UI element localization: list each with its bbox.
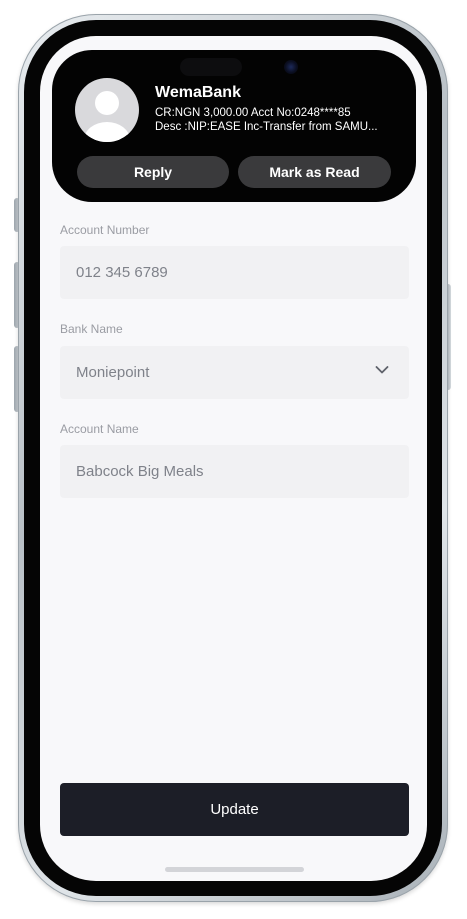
account-name-field[interactable]: Babcock Big Meals bbox=[60, 445, 409, 498]
notification-line-1: CR:NGN 3,000.00 Acct No:0248****85 bbox=[155, 107, 351, 119]
avatar-body bbox=[84, 122, 130, 142]
account-name-label: Account Name bbox=[60, 422, 139, 436]
account-number-value: 012 345 6789 bbox=[76, 264, 168, 281]
update-button[interactable]: Update bbox=[60, 783, 409, 836]
notification-sender: WemaBank bbox=[155, 84, 241, 101]
dynamic-island-sensor bbox=[180, 58, 242, 76]
reply-button[interactable]: Reply bbox=[77, 156, 229, 188]
account-name-value: Babcock Big Meals bbox=[76, 463, 204, 480]
notification-line-2: Desc :NIP:EASE Inc-Transfer from SAMU... bbox=[155, 121, 378, 133]
phone-mockup: WemaBank CR:NGN 3,000.00 Acct No:0248***… bbox=[0, 0, 467, 919]
bank-name-select[interactable]: Moniepoint bbox=[60, 346, 409, 399]
notification-banner[interactable]: WemaBank CR:NGN 3,000.00 Acct No:0248***… bbox=[52, 50, 416, 202]
phone-screen: WemaBank CR:NGN 3,000.00 Acct No:0248***… bbox=[40, 36, 427, 881]
mark-as-read-button[interactable]: Mark as Read bbox=[238, 156, 391, 188]
front-camera bbox=[284, 60, 298, 74]
bank-name-value: Moniepoint bbox=[76, 364, 150, 381]
person-avatar-icon bbox=[75, 78, 139, 142]
bank-name-label: Bank Name bbox=[60, 322, 123, 336]
account-number-label: Account Number bbox=[60, 223, 150, 237]
account-number-field[interactable]: 012 345 6789 bbox=[60, 246, 409, 299]
chevron-down-icon bbox=[375, 366, 389, 374]
home-indicator[interactable] bbox=[165, 867, 304, 872]
avatar-head bbox=[95, 91, 119, 115]
